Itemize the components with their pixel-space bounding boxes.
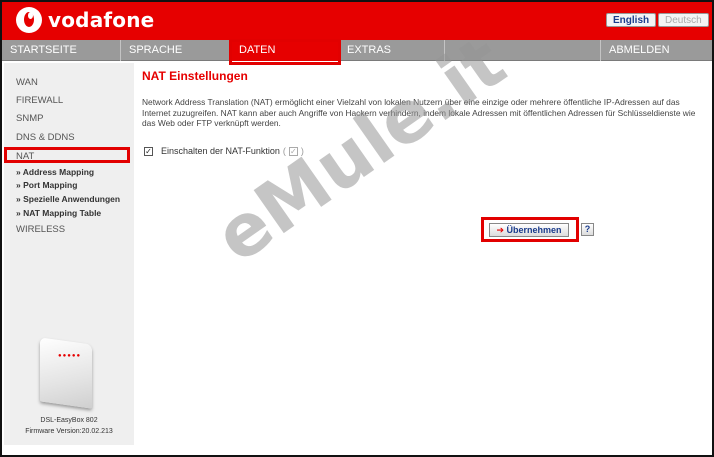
- firmware-version: Firmware Version:20.02.213: [25, 428, 113, 435]
- vodafone-logo: vodafone: [16, 7, 154, 33]
- sidebar-item-firewall[interactable]: FIREWALL: [16, 95, 63, 106]
- sidebar-sub-address-mapping[interactable]: » Address Mapping: [16, 167, 94, 177]
- main-nav: STARTSEITE SPRACHE DATEN EXTRAS ABMELDEN: [2, 40, 712, 61]
- nat-description: Network Address Translation (NAT) ermögl…: [142, 97, 696, 129]
- nav-startseite[interactable]: STARTSEITE: [2, 40, 120, 61]
- daten-highlight-box: [229, 39, 341, 65]
- nat-state-bracket-open: (: [282, 146, 286, 156]
- sidebar-sub-nat-mapping-table[interactable]: » NAT Mapping Table: [16, 208, 101, 218]
- nat-state-indicator: ✓: [288, 146, 298, 156]
- brand-name: vodafone: [48, 8, 155, 32]
- nat-state-bracket-close: ): [300, 146, 304, 156]
- sidebar-item-snmp[interactable]: SNMP: [16, 113, 43, 124]
- page-title: NAT Einstellungen: [142, 69, 248, 83]
- router-body: [40, 337, 92, 409]
- vodafone-logo-icon: [16, 7, 42, 33]
- nat-highlight-box: [4, 147, 130, 163]
- nav-extras[interactable]: EXTRAS: [338, 40, 444, 61]
- sidebar-item-dns-ddns[interactable]: DNS & DDNS: [16, 132, 75, 143]
- sidebar-sub-spezielle-anwendungen[interactable]: » Spezielle Anwendungen: [16, 194, 120, 204]
- router-image: ●●●●●: [36, 337, 96, 411]
- nat-checkbox-label: Einschalten der NAT-Funktion: [161, 146, 280, 156]
- nat-enable-checkbox[interactable]: ✓: [144, 146, 153, 156]
- router-leds: ●●●●●: [58, 353, 82, 359]
- nat-toggle-row: ✓ Einschalten der NAT-Funktion ( ✓ ): [144, 146, 304, 156]
- apply-highlight-box: [481, 217, 579, 242]
- nav-spacer: [444, 40, 600, 61]
- header-bar: vodafone English Deutsch: [2, 2, 712, 40]
- nav-abmelden[interactable]: ABMELDEN: [600, 40, 712, 61]
- sidebar-item-wireless[interactable]: WIRELESS: [16, 224, 65, 235]
- language-deutsch-button[interactable]: Deutsch: [658, 13, 709, 27]
- sidebar-item-wan[interactable]: WAN: [16, 77, 38, 88]
- sidebar-sub-port-mapping[interactable]: » Port Mapping: [16, 180, 77, 190]
- nav-sprache[interactable]: SPRACHE: [120, 40, 226, 61]
- device-name: DSL-EasyBox 802: [40, 417, 98, 424]
- help-button[interactable]: ?: [581, 223, 594, 236]
- language-english-button[interactable]: English: [606, 13, 657, 27]
- sidebar: WAN FIREWALL SNMP DNS & DDNS NAT » Addre…: [4, 63, 134, 445]
